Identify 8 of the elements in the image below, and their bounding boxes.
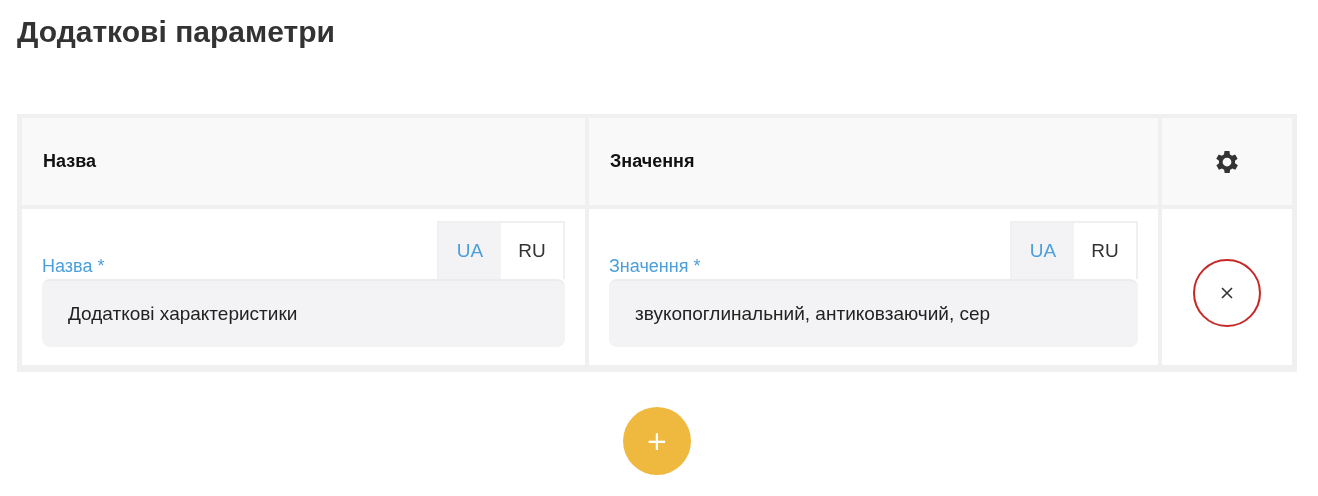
field-label: Назва * (42, 256, 105, 277)
field-label: Значення * (609, 256, 701, 277)
column-header: Назва (43, 151, 96, 172)
text-field[interactable]: звукопоглинальний, антиковзаючий, сер (609, 279, 1138, 347)
column-header: Значення (610, 151, 695, 172)
close-icon (1220, 286, 1234, 300)
section-title: Додаткові параметри (17, 14, 335, 50)
text-field[interactable]: Додаткові характеристики (42, 279, 565, 347)
